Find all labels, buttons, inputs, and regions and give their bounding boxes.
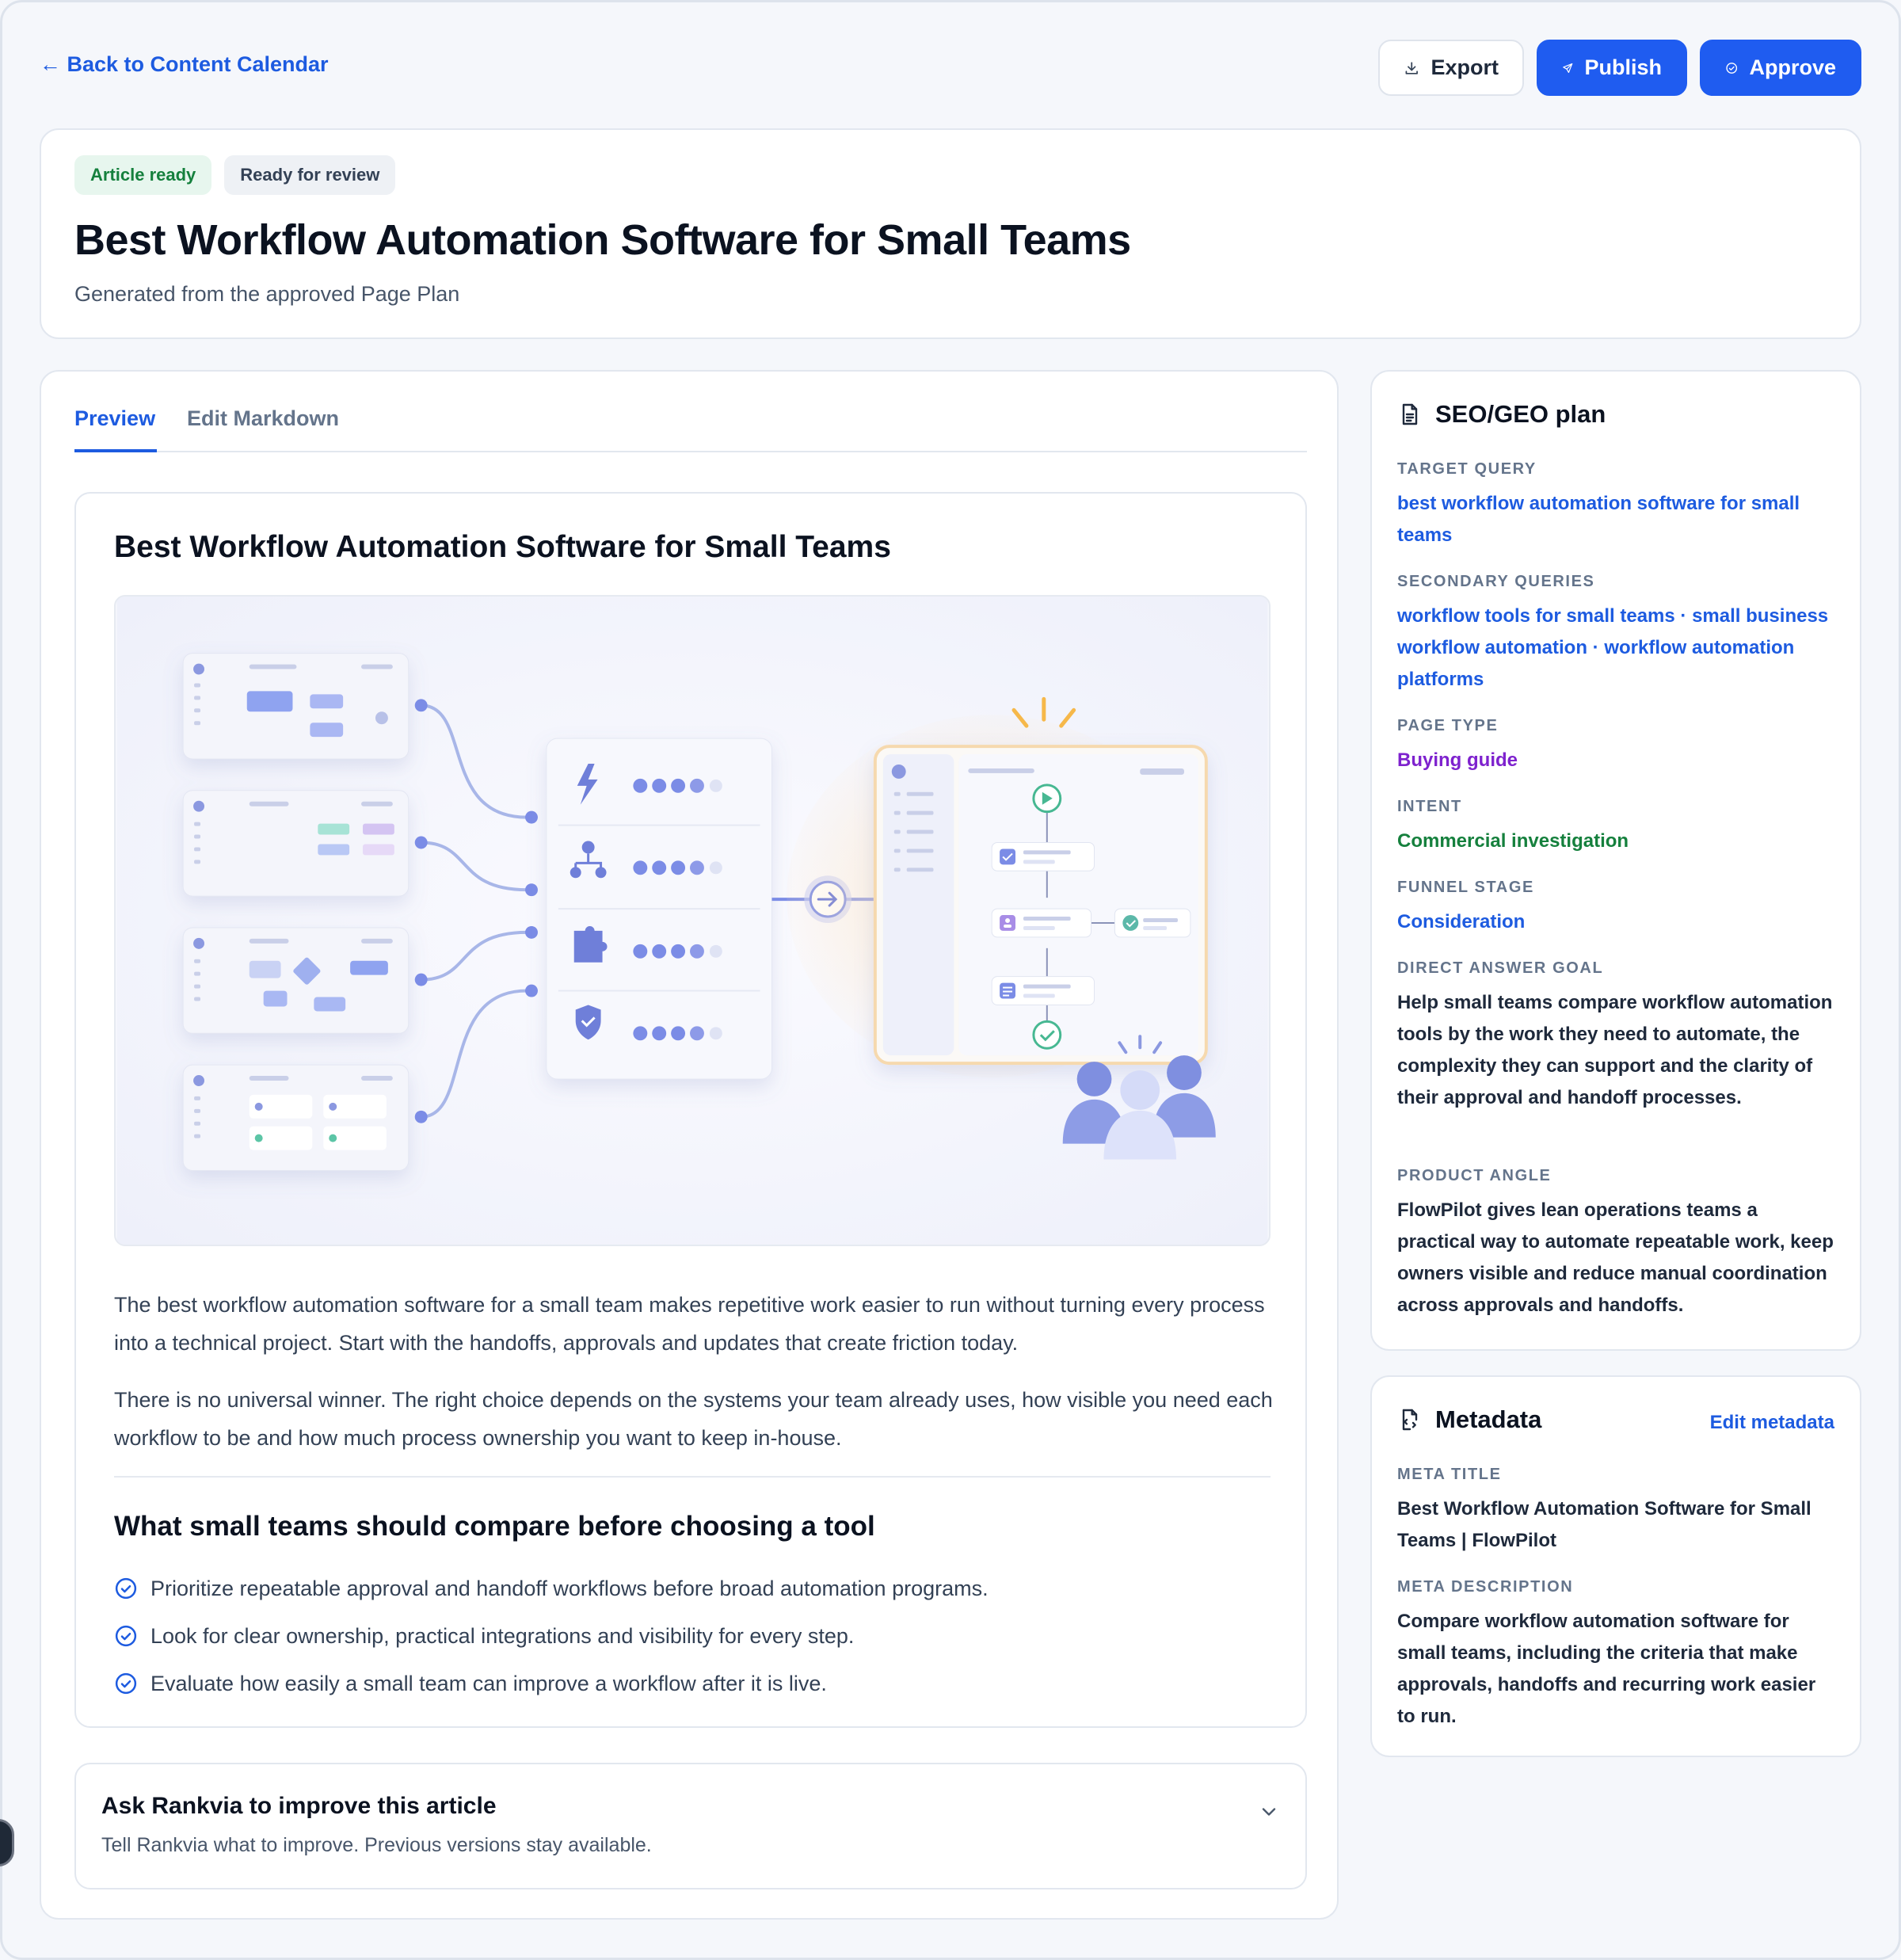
metadata-header: Metadata [1397,1405,1541,1434]
meta-title-field: META TITLE Best Workflow Automation Soft… [1397,1466,1838,1557]
ask-rankvia-panel[interactable]: Ask Rankvia to improve this article Tell… [74,1763,1307,1889]
seo-plan-title: SEO/GEO plan [1435,400,1606,428]
approve-button[interactable]: Approve [1700,40,1861,96]
direct-answer-goal-field: DIRECT ANSWER GOAL Help small teams comp… [1397,959,1838,1114]
ready-for-review-badge: Ready for review [224,155,396,195]
product-angle-field: PRODUCT ANGLE FlowPilot gives lean opera… [1397,1167,1838,1321]
secondary-queries-field: SECONDARY QUERIES workflow tools for sma… [1397,573,1838,696]
send-icon [1563,63,1573,73]
metadata-file-icon [1402,1409,1418,1431]
field-label: SECONDARY QUERIES [1397,573,1595,590]
top-actions: Export Publish Approve [1378,40,1861,96]
target-query-field: TARGET QUERY best workflow automation so… [1397,460,1838,551]
checklist-text: Evaluate how easily a small team can imp… [150,1671,827,1695]
checklist-check-icon [115,1625,137,1647]
section-heading: What small teams should compare before c… [114,1511,875,1542]
workflow-illustration [116,597,1268,1245]
document-icon [1402,403,1418,425]
article-paragraph-1: The best workflow automation software fo… [114,1293,1265,1355]
check-circle-icon [1726,62,1738,74]
seo-geo-plan-card: SEO/GEO plan TARGET QUERY best workflow … [1370,370,1861,1351]
export-button[interactable]: Export [1378,40,1524,96]
article-preview: Best Workflow Automation Software for Sm… [74,492,1307,1728]
target-query-value: best workflow automation software for sm… [1397,493,1800,546]
secondary-queries-value: workflow tools for small teams · small b… [1397,605,1829,690]
metadata-title: Metadata [1435,1405,1542,1433]
article-paragraph-2: There is no universal winner. The right … [114,1388,1273,1450]
funnel-stage-field: FUNNEL STAGE Consideration [1397,879,1838,938]
field-label: TARGET QUERY [1397,460,1537,478]
meta-description-value: Compare workflow automation software for… [1397,1611,1816,1727]
download-icon [1405,61,1418,74]
checklist-text: Prioritize repeatable approval and hando… [150,1576,989,1600]
page-subtitle: Generated from the approved Page Plan [74,282,460,306]
tab-edit-markdown[interactable]: Edit Markdown [187,406,339,452]
checklist-check-icon [115,1672,137,1695]
chevron-down-icon[interactable] [1258,1801,1280,1823]
product-angle-value: FlowPilot gives lean operations teams a … [1397,1199,1834,1316]
list-item: Prioritize repeatable approval and hando… [114,1565,989,1612]
metadata-card: Metadata Edit metadata META TITLE Best W… [1370,1375,1861,1757]
article-header-card: Article ready Ready for review Best Work… [40,128,1861,339]
tab-preview[interactable]: Preview [74,406,157,452]
back-to-calendar-link[interactable]: ← Back to Content Calendar [40,52,329,77]
approve-label: Approve [1749,55,1836,79]
status-badges: Article ready Ready for review [74,155,396,195]
publish-label: Publish [1584,55,1662,79]
meta-description-field: META DESCRIPTION Compare workflow automa… [1397,1578,1838,1733]
field-label: PAGE TYPE [1397,717,1499,734]
list-item: Look for clear ownership, practical inte… [114,1612,989,1660]
field-label: META DESCRIPTION [1397,1578,1574,1596]
field-label: DIRECT ANSWER GOAL [1397,959,1604,977]
section-divider [114,1476,1271,1478]
page-title: Best Workflow Automation Software for Sm… [74,216,1131,264]
field-label: PRODUCT ANGLE [1397,1167,1552,1184]
ask-rankvia-title: Ask Rankvia to improve this article [101,1793,497,1819]
article-editor-card: Preview Edit Markdown Best Workflow Auto… [40,370,1339,1920]
intent-value: Commercial investigation [1397,830,1629,852]
editor-tabs: Preview Edit Markdown [74,406,1307,452]
meta-title-value: Best Workflow Automation Software for Sm… [1397,1498,1811,1551]
field-label: FUNNEL STAGE [1397,879,1534,896]
hero-illustration [114,595,1271,1246]
checklist-text: Look for clear ownership, practical inte… [150,1623,855,1648]
seo-plan-header: SEO/GEO plan [1397,400,1606,429]
page-type-field: PAGE TYPE Buying guide [1397,717,1838,776]
checklist-check-icon [115,1577,137,1600]
export-label: Export [1431,55,1499,79]
ask-rankvia-subtitle: Tell Rankvia what to improve. Previous v… [101,1834,652,1856]
field-label: INTENT [1397,798,1462,815]
comparison-checklist: Prioritize repeatable approval and hando… [114,1565,989,1707]
article-ready-badge: Article ready [74,155,212,195]
field-label: META TITLE [1397,1466,1502,1483]
list-item: Evaluate how easily a small team can imp… [114,1660,989,1707]
publish-button[interactable]: Publish [1537,40,1687,96]
funnel-stage-value: Consideration [1397,911,1526,932]
direct-answer-goal-value: Help small teams compare workflow automa… [1397,992,1833,1108]
intent-field: INTENT Commercial investigation [1397,798,1838,857]
page-type-value: Buying guide [1397,749,1518,771]
article-title: Best Workflow Automation Software for Sm… [114,530,891,564]
edit-metadata-link[interactable]: Edit metadata [1710,1412,1834,1434]
